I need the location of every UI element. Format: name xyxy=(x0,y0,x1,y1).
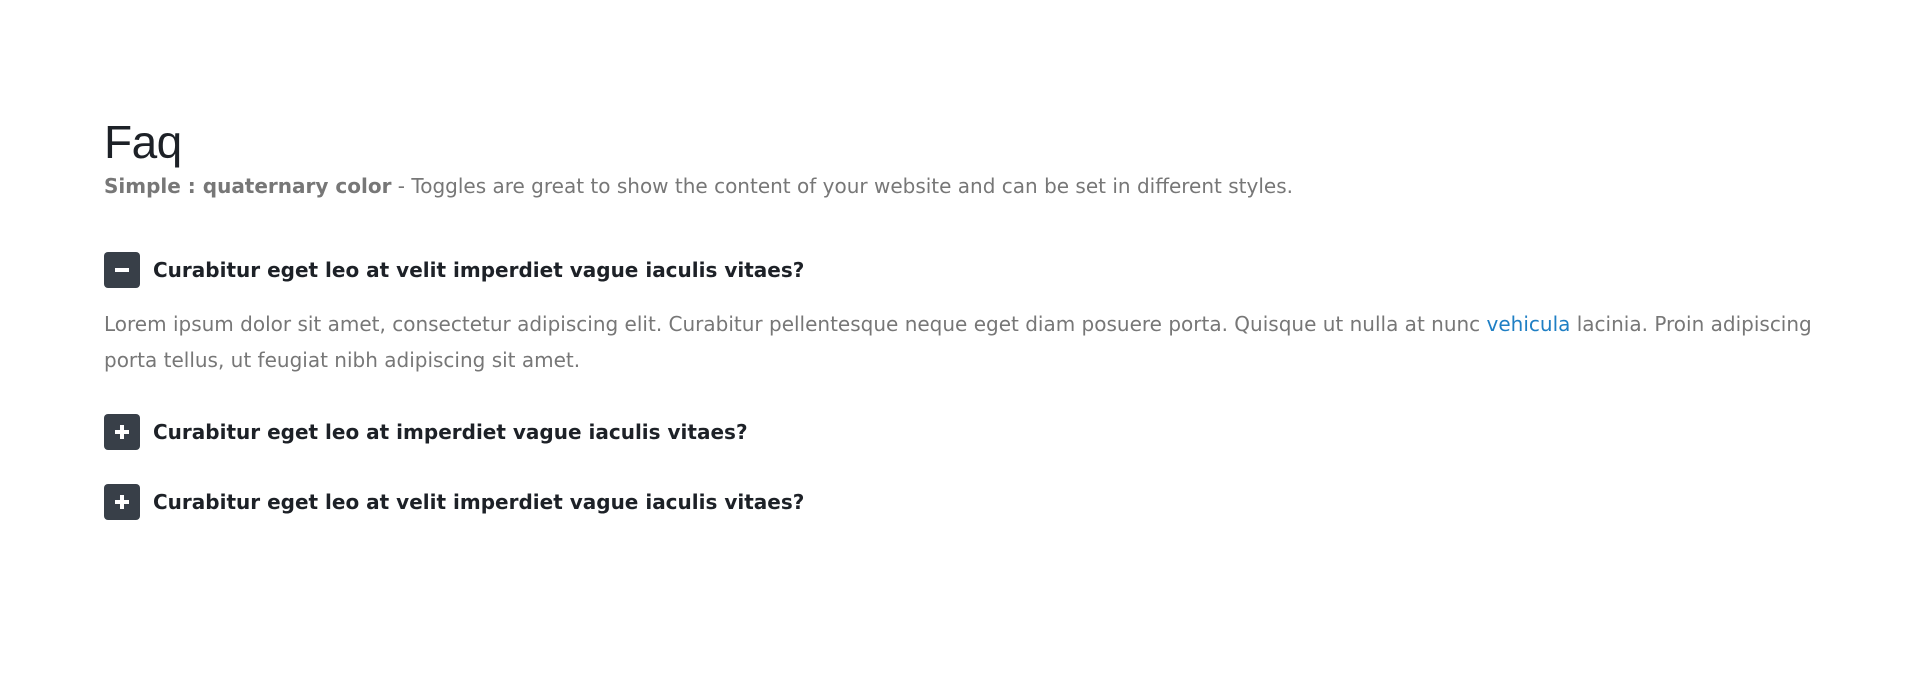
toggle-label-3[interactable]: Curabitur eget leo at velit imperdiet va… xyxy=(153,490,804,514)
toggle-label-1[interactable]: Curabitur eget leo at velit imperdiet va… xyxy=(153,258,804,282)
faq-section: Faq Simple : quaternary color - Toggles … xyxy=(104,116,1824,520)
toggle-content-1: Lorem ipsum dolor sit amet, consectetur … xyxy=(104,306,1824,378)
description-text: - Toggles are great to show the content … xyxy=(391,174,1293,198)
description-strong: Simple : quaternary color xyxy=(104,174,392,198)
plus-icon[interactable] xyxy=(104,484,140,520)
minus-icon[interactable] xyxy=(104,252,140,288)
toggle-content-text-a: Lorem ipsum dolor sit amet, consectetur … xyxy=(104,312,1487,336)
plus-icon[interactable] xyxy=(104,414,140,450)
toggle-item-2: Curabitur eget leo at imperdiet vague ia… xyxy=(104,414,1824,450)
section-description: Simple : quaternary color - Toggles are … xyxy=(104,172,1824,200)
toggle-header-3[interactable]: Curabitur eget leo at velit imperdiet va… xyxy=(104,484,1824,520)
toggle-list: Curabitur eget leo at velit imperdiet va… xyxy=(104,252,1824,520)
toggle-item-3: Curabitur eget leo at velit imperdiet va… xyxy=(104,484,1824,520)
toggle-header-2[interactable]: Curabitur eget leo at imperdiet vague ia… xyxy=(104,414,1824,450)
page-title: Faq xyxy=(104,116,182,168)
toggle-item-1: Curabitur eget leo at velit imperdiet va… xyxy=(104,252,1824,378)
content-link[interactable]: vehicula xyxy=(1487,312,1571,336)
toggle-header-1[interactable]: Curabitur eget leo at velit imperdiet va… xyxy=(104,252,1824,288)
toggle-label-2[interactable]: Curabitur eget leo at imperdiet vague ia… xyxy=(153,420,748,444)
